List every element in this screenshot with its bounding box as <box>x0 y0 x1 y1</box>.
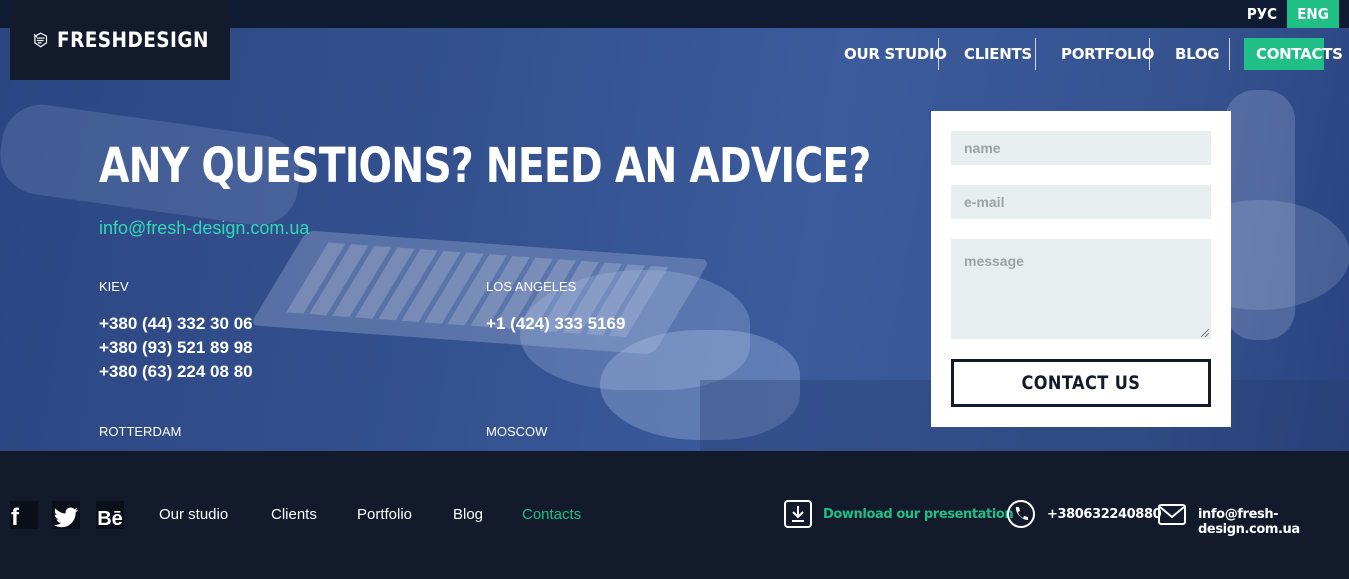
contact-email-link[interactable]: info@fresh-design.com.ua <box>99 218 309 239</box>
name-input[interactable]: name <box>951 131 1211 165</box>
nav-separator <box>1229 38 1230 70</box>
behance-glyph: Bē <box>97 508 123 530</box>
nav-separator <box>1035 38 1036 70</box>
lang-ru-link[interactable]: РУС <box>1240 0 1284 28</box>
logo-text: FRESHDESIGN <box>57 28 210 52</box>
nav-separator <box>1149 38 1150 70</box>
hero-section: FRESHDESIGN РУС ENG OUR STUDIO CLIENTS P… <box>0 0 1349 451</box>
nav-separator <box>938 38 939 70</box>
nav-our-studio[interactable]: OUR STUDIO <box>832 38 959 70</box>
contact-us-label: CONTACT US <box>1021 372 1141 394</box>
phone-number[interactable]: +380 (44) 332 30 06 <box>99 312 253 336</box>
message-placeholder: message <box>964 253 1024 269</box>
contact-form: name e-mail message CONTACT US <box>931 111 1231 427</box>
page-headline: ANY QUESTIONS? NEED AN ADVICE? <box>99 138 871 194</box>
office-moscow-label: MOSCOW <box>486 424 548 439</box>
office-kiev-label: KIEV <box>99 279 129 294</box>
email-input[interactable]: e-mail <box>951 185 1211 219</box>
logo[interactable]: FRESHDESIGN <box>10 0 230 80</box>
phone-icon <box>1007 500 1035 528</box>
footer-nav-portfolio[interactable]: Portfolio <box>357 506 412 523</box>
nav-contacts[interactable]: CONTACTS <box>1244 38 1343 70</box>
message-textarea[interactable]: message <box>951 239 1211 339</box>
phone-number[interactable]: +380 (63) 224 08 80 <box>99 360 253 384</box>
footer-nav-our-studio[interactable]: Our studio <box>159 506 228 523</box>
facebook-icon[interactable]: f <box>10 501 38 531</box>
lang-en-link[interactable]: ENG <box>1287 0 1339 28</box>
logo-icon <box>33 32 48 48</box>
footer-nav-contacts[interactable]: Contacts <box>522 506 581 523</box>
resize-handle-icon[interactable] <box>1201 329 1209 337</box>
footer-nav-clients[interactable]: Clients <box>271 506 317 523</box>
behance-icon[interactable]: Bē <box>96 501 124 529</box>
office-kiev-phones: +380 (44) 332 30 06 +380 (93) 521 89 98 … <box>99 312 253 384</box>
phone-number[interactable]: +1 (424) 333 5169 <box>486 312 625 336</box>
footer-nav-blog[interactable]: Blog <box>453 506 483 523</box>
footer: f Bē Our studio Clients Portfolio Blog C… <box>0 451 1349 579</box>
twitter-bird-icon <box>53 507 79 528</box>
facebook-glyph: f <box>11 504 19 531</box>
office-rotterdam-label: ROTTERDAM <box>99 424 182 439</box>
background-lamp <box>1225 90 1295 340</box>
footer-email-link[interactable]: info@fresh-design.com.ua <box>1198 507 1349 537</box>
nav-clients[interactable]: CLIENTS <box>952 38 1044 70</box>
download-icon[interactable] <box>783 499 813 529</box>
twitter-icon[interactable] <box>52 501 80 529</box>
office-la-label: LOS ANGELES <box>486 279 577 294</box>
download-presentation-link[interactable]: Download our presentation <box>823 507 1014 522</box>
nav-blog[interactable]: BLOG <box>1163 38 1231 70</box>
mail-icon <box>1158 504 1186 525</box>
phone-number[interactable]: +380 (93) 521 89 98 <box>99 336 253 360</box>
office-la-phones: +1 (424) 333 5169 <box>486 312 625 336</box>
contact-us-button[interactable]: CONTACT US <box>951 359 1211 407</box>
footer-phone-link[interactable]: +380632240880 <box>1047 507 1162 522</box>
